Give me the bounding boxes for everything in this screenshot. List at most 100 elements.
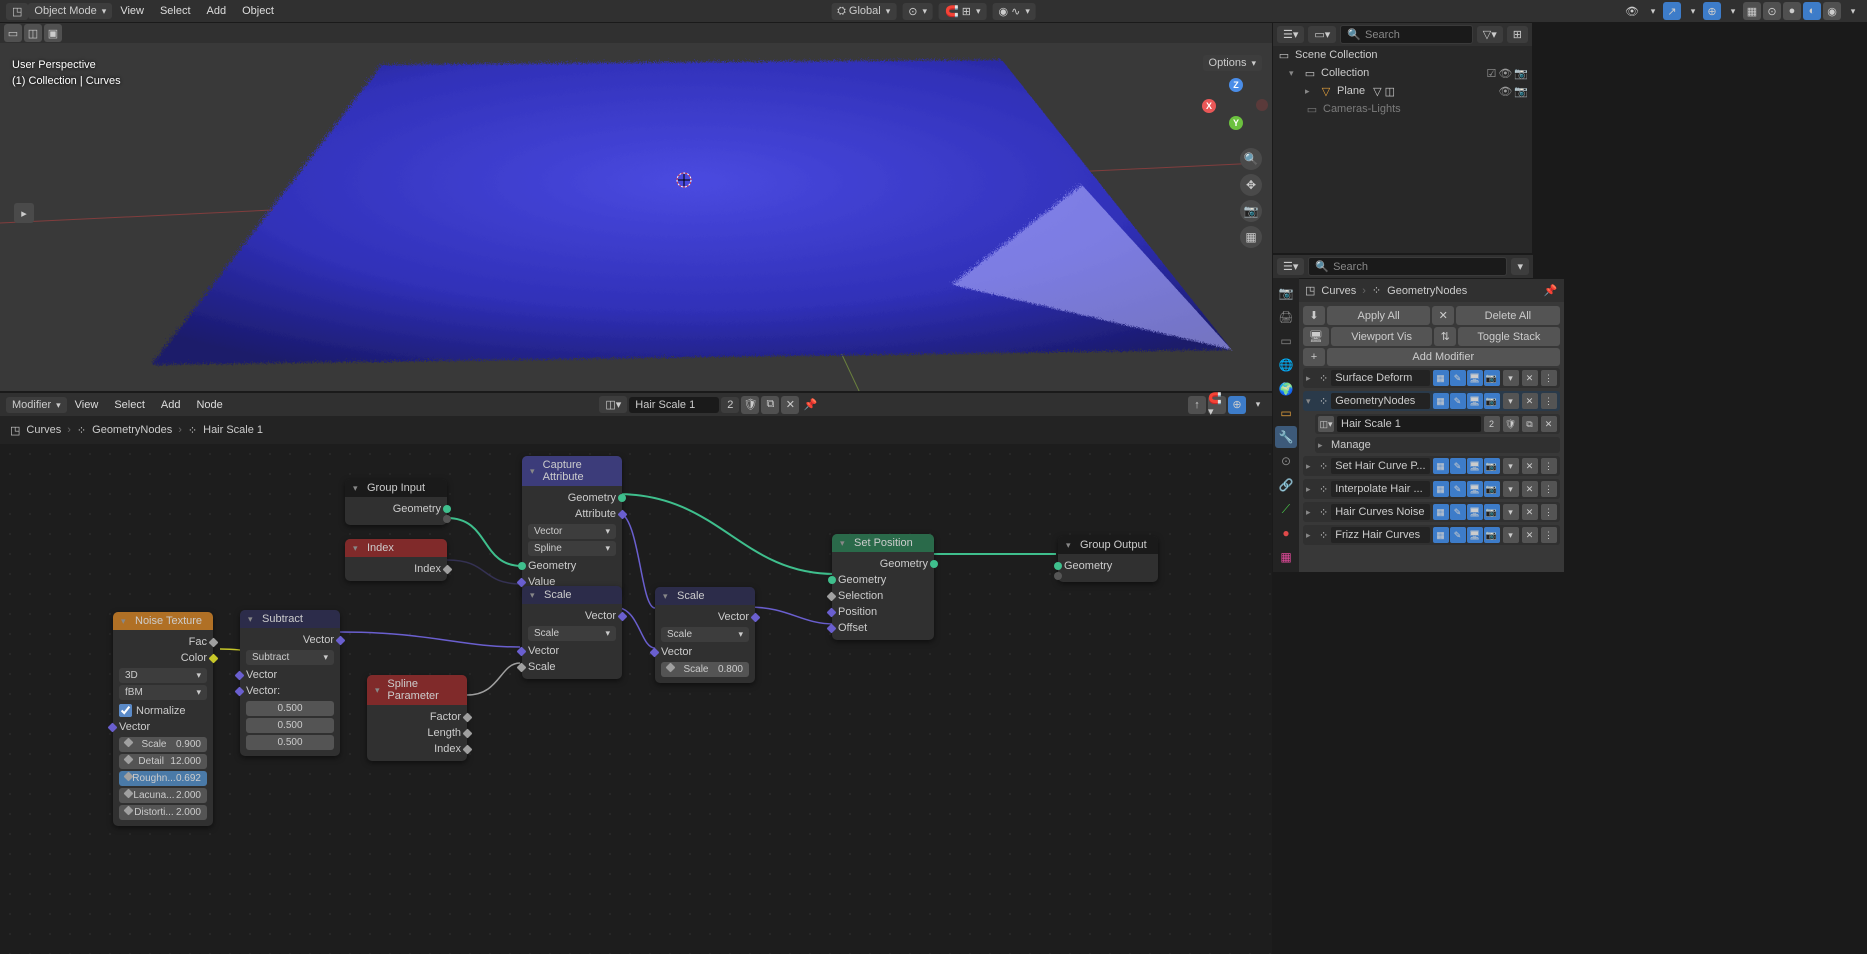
gizmo-z-axis[interactable]: Z <box>1229 78 1243 92</box>
tab-material[interactable]: ● <box>1275 522 1297 544</box>
tab-constraints[interactable]: 🔗 <box>1275 474 1297 496</box>
visibility-icon[interactable]: 👁 <box>1623 2 1641 20</box>
overlay-toggle[interactable]: ⊕ <box>1703 2 1721 20</box>
add-modifier-plus-button[interactable]: + <box>1303 348 1325 366</box>
visibility-dd[interactable] <box>1643 2 1661 20</box>
scale2-op-select[interactable]: Scale <box>661 627 749 642</box>
scale1-op-select[interactable]: Scale <box>528 626 616 641</box>
apply-all-icon[interactable]: ⬇ <box>1303 306 1325 325</box>
viewport-vis-icon[interactable]: 🖥 <box>1303 327 1329 346</box>
outliner-display-button[interactable]: ▭▾ <box>1308 26 1336 43</box>
node-capture-attribute[interactable]: Capture Attribute Geometry Attribute Vec… <box>522 456 622 594</box>
mod-apply-icon[interactable]: ⋮ <box>1541 393 1557 409</box>
gizmo-x-axis[interactable]: X <box>1202 99 1216 113</box>
bc-geonodes[interactable]: GeometryNodes <box>92 424 172 436</box>
eye-icon[interactable]: 👁 <box>1498 85 1512 98</box>
bc-curves[interactable]: Curves <box>26 424 61 436</box>
node-canvas[interactable]: Noise Texture Fac Color 3D fBM Normalize… <box>0 444 1272 954</box>
node-group-output[interactable]: Group Output Geometry <box>1058 536 1158 582</box>
menu-view[interactable]: View <box>112 5 152 17</box>
gizmo-toggle[interactable]: ↗ <box>1663 2 1681 20</box>
node-subtract[interactable]: Subtract Vector Subtract Vector Vector: … <box>240 610 340 756</box>
props-search-input[interactable]: 🔍 Search <box>1308 257 1507 276</box>
nodegroup-name-field[interactable]: Hair Scale 1 <box>1337 416 1481 432</box>
ne-menu-view[interactable]: View <box>67 399 107 411</box>
mod-cage-icon[interactable]: ▦ <box>1433 393 1449 409</box>
menu-add[interactable]: Add <box>199 5 235 17</box>
shading-dd[interactable] <box>1843 2 1861 20</box>
toggle-stack-button[interactable]: Toggle Stack <box>1458 327 1559 346</box>
outliner-cameras-lights[interactable]: ▭ Cameras-Lights <box>1273 100 1532 118</box>
exclude-icon[interactable]: ☑ <box>1486 67 1496 80</box>
node-noise-texture[interactable]: Noise Texture Fac Color 3D fBM Normalize… <box>113 612 213 826</box>
ne-menu-add[interactable]: Add <box>153 399 189 411</box>
duplicate-icon[interactable]: ⧉ <box>1522 416 1538 432</box>
shading-rendered[interactable]: ◉ <box>1823 2 1841 20</box>
sidebar-toggle-icon[interactable]: ▸ <box>14 203 34 223</box>
outliner-new-collection-button[interactable]: ⊞ <box>1507 26 1528 43</box>
delete-all-icon[interactable]: ✕ <box>1432 306 1454 325</box>
props-options-button[interactable]: ▾ <box>1511 258 1529 275</box>
subtract-y-field[interactable]: 0.500 <box>246 718 334 733</box>
snap-dropdown[interactable]: 🧲 ⊞ <box>939 3 987 20</box>
node-index[interactable]: Index Index <box>345 539 447 581</box>
props-type-button[interactable]: ☰▾ <box>1277 258 1304 275</box>
shading-wire[interactable]: ⊙ <box>1763 2 1781 20</box>
eye-icon[interactable]: 👁 <box>1498 67 1512 80</box>
modifier-manage-row[interactable]: ▸Manage <box>1315 437 1560 453</box>
noise-scale-field[interactable]: Scale0.900 <box>119 737 207 752</box>
nodegroup-users-button[interactable]: 2 <box>1484 416 1500 432</box>
outliner-type-button[interactable]: ☰▾ <box>1277 26 1304 43</box>
editor-type-dropdown[interactable]: ◳ <box>6 3 28 20</box>
subtract-x-field[interactable]: 0.500 <box>246 701 334 716</box>
mod-delete-button[interactable]: ✕ <box>1522 393 1538 409</box>
viewport-vis-button[interactable]: Viewport Vis <box>1331 327 1432 346</box>
noise-type-select[interactable]: fBM <box>119 685 207 700</box>
editor-type-button[interactable]: Modifier <box>6 397 67 413</box>
noise-dim-select[interactable]: 3D <box>119 668 207 683</box>
gizmo-y-axis[interactable]: Y <box>1229 116 1243 130</box>
mod-realtime-icon[interactable]: 🖥 <box>1467 393 1483 409</box>
noise-distortion-field[interactable]: Distorti...2.000 <box>119 805 207 820</box>
noise-lacunarity-field[interactable]: Lacuna...2.000 <box>119 788 207 803</box>
node-spline-parameter[interactable]: Spline Parameter Factor Length Index <box>367 675 467 761</box>
object-mode-dropdown[interactable]: Object Mode <box>28 3 112 19</box>
capture-domain-select[interactable]: Spline <box>528 541 616 556</box>
zoom-icon[interactable]: 🔍 <box>1240 148 1262 170</box>
orientation-dropdown[interactable]: ⛭ Global <box>831 3 896 20</box>
tab-physics[interactable]: ⊙ <box>1275 450 1297 472</box>
tab-render[interactable]: 📷 <box>1275 282 1297 304</box>
xray-toggle[interactable]: ▦ <box>1743 2 1761 20</box>
viewport-options-dropdown[interactable]: Options <box>1203 55 1262 71</box>
scale2-scale-field[interactable]: Scale0.800 <box>661 662 749 677</box>
duplicate-icon[interactable]: ⧉ <box>761 396 779 414</box>
pivot-dropdown[interactable]: ⊙ <box>902 3 933 20</box>
modifier-geometrynodes[interactable]: ▾⁘ GeometryNodes ▦✎🖥📷 ▾ ✕ ⋮ <box>1303 391 1560 411</box>
mod-render-icon[interactable]: 📷 <box>1484 393 1500 409</box>
tab-object[interactable]: ▭ <box>1275 402 1297 424</box>
apply-all-button[interactable]: Apply All <box>1327 306 1430 325</box>
tab-world[interactable]: 🌍 <box>1275 378 1297 400</box>
mod-edit-icon[interactable]: ✎ <box>1450 393 1466 409</box>
mod-extras-dropdown[interactable]: ▾ <box>1503 393 1519 409</box>
mod-extras-dropdown[interactable]: ▾ <box>1503 370 1519 386</box>
outliner-search-input[interactable]: 🔍 Search <box>1340 25 1472 44</box>
outliner-plane[interactable]: ▸▽ Plane ▽ ◫ 👁📷 <box>1273 82 1532 100</box>
perspective-toggle-icon[interactable]: ▦ <box>1240 226 1262 248</box>
delete-all-button[interactable]: Delete All <box>1456 306 1559 325</box>
noise-detail-field[interactable]: Detail12.000 <box>119 754 207 769</box>
shading-preview[interactable]: ◐ <box>1803 2 1821 20</box>
mod-render-icon[interactable]: 📷 <box>1484 370 1500 386</box>
modifier-interpolate-hair[interactable]: ▸⁘ Interpolate Hair ... ▦✎🖥📷 ▾✕⋮ <box>1303 479 1560 499</box>
parent-nodegroup-icon[interactable]: ↑ <box>1188 396 1206 414</box>
mod-delete-button[interactable]: ✕ <box>1522 370 1538 386</box>
overlay-node-dd[interactable] <box>1248 396 1266 414</box>
tab-viewlayer[interactable]: ▭ <box>1275 330 1297 352</box>
camera-icon[interactable]: 📷 <box>1514 85 1528 98</box>
nodegroup-browse-button[interactable]: ◫▾ <box>599 396 627 413</box>
props-bc-pin-icon[interactable]: 📌 <box>1544 284 1558 297</box>
tab-modifier[interactable]: 🔧 <box>1275 426 1297 448</box>
modifier-surface-deform[interactable]: ▸⁘ Surface Deform ▦✎🖥📷 ▾ ✕ ⋮ <box>1303 368 1560 388</box>
ne-menu-node[interactable]: Node <box>188 399 230 411</box>
gizmo-neg-x[interactable] <box>1256 99 1268 111</box>
